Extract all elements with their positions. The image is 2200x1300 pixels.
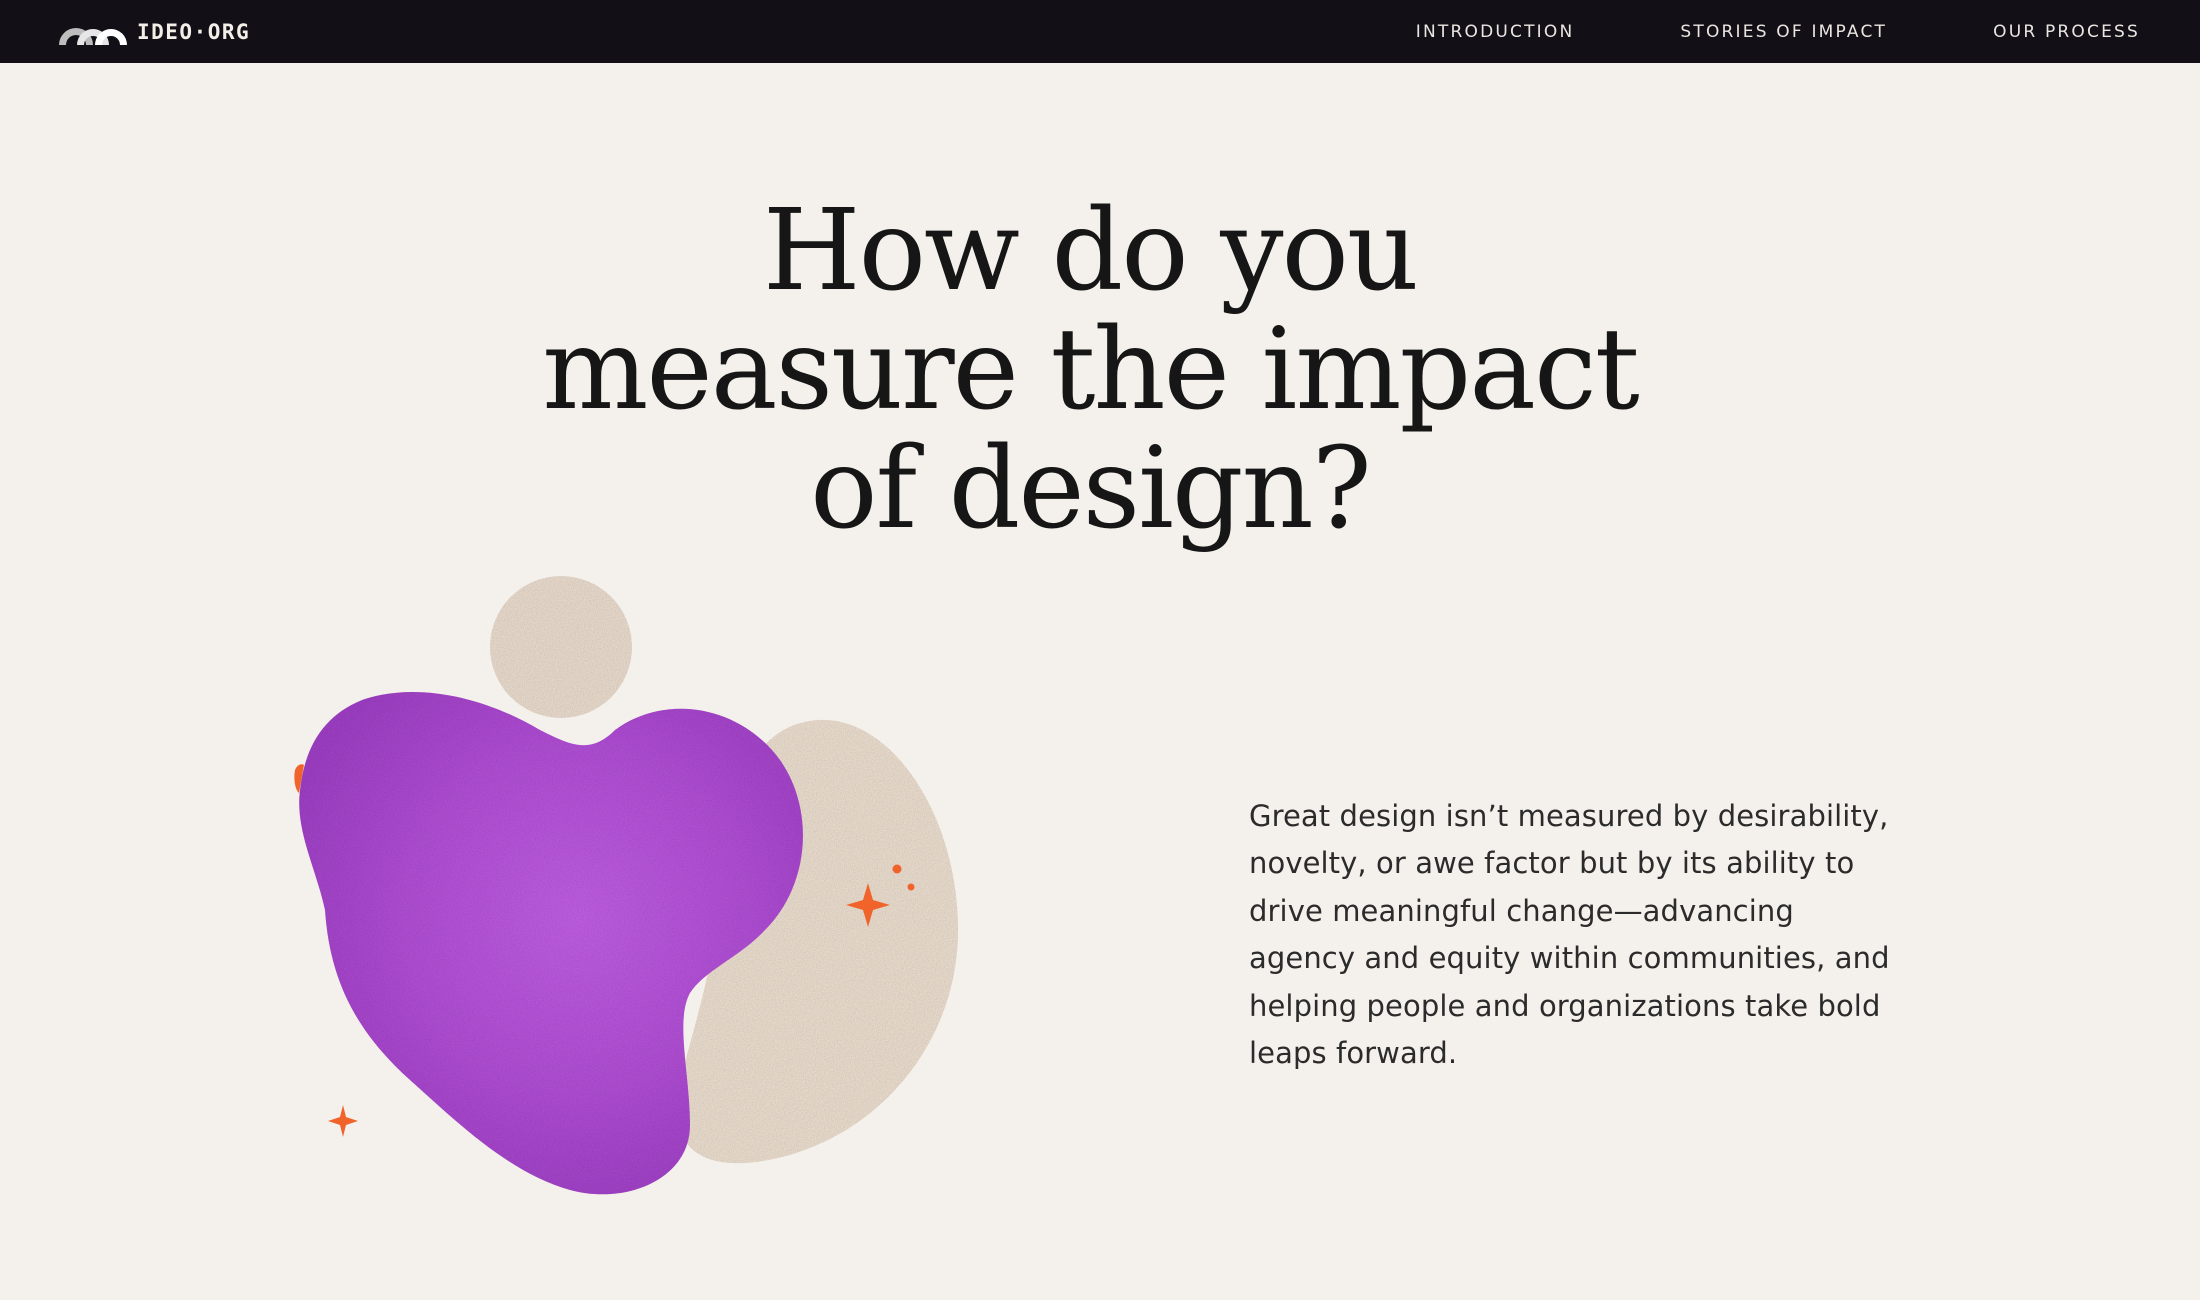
nav-our-process[interactable]: OUR PROCESS [1993,22,2140,42]
hero-title: How do you measure the impact of design? [490,192,1690,549]
hero-title-line-1: How do you [762,186,1419,316]
nav-introduction[interactable]: INTRODUCTION [1416,22,1575,42]
top-navbar: IDEO·ORG INTRODUCTION STORIES OF IMPACT … [0,0,2200,63]
site-logo[interactable]: IDEO·ORG [57,14,250,50]
hero-illustration [294,576,959,1195]
main-navigation: INTRODUCTION STORIES OF IMPACT OUR PROCE… [1416,0,2140,63]
nav-stories-of-impact[interactable]: STORIES OF IMPACT [1680,22,1887,42]
hero-title-line-3: of design? [810,424,1372,554]
hero-body-text: Great design isn’t measured by desirabil… [1249,799,1890,1071]
hero-title-line-2: measure the impact [542,305,1640,435]
logo-text: IDEO·ORG [137,20,251,44]
arches-logo-icon [59,28,127,45]
